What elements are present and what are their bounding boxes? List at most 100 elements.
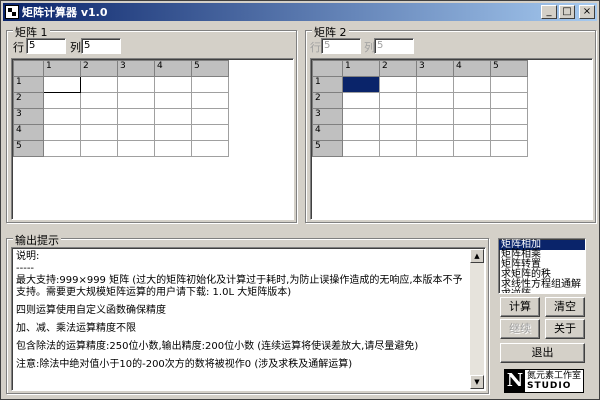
matrix-cell[interactable] xyxy=(191,92,229,109)
clear-button[interactable]: 清空 xyxy=(545,297,585,317)
matrix-cell[interactable] xyxy=(154,124,192,141)
matrix-cell[interactable] xyxy=(416,124,454,141)
matrix-cell[interactable] xyxy=(342,76,380,93)
title-bar[interactable]: 矩阵计算器 v1.0 _ □ × xyxy=(3,3,597,21)
row-header: 3 xyxy=(312,108,343,125)
matrix-cell[interactable] xyxy=(490,124,528,141)
matrix-cell[interactable] xyxy=(80,108,118,125)
output-line: 四则运算使用自定义函数确保精度 xyxy=(16,305,166,316)
output-legend: 输出提示 xyxy=(13,232,61,248)
grid-header-row: 12345 xyxy=(312,60,528,77)
output-scrollbar[interactable]: ▲ ▼ xyxy=(470,249,484,389)
matrix-cell[interactable] xyxy=(342,140,380,157)
close-button[interactable]: × xyxy=(579,5,595,19)
matrix-cell[interactable] xyxy=(154,76,192,93)
matrix-cell[interactable] xyxy=(191,124,229,141)
matrix-cell[interactable] xyxy=(379,140,417,157)
grid-row: 3 xyxy=(13,108,229,125)
logo-english: STUDIO xyxy=(527,381,572,391)
matrix1-rows-label: 行 xyxy=(13,41,24,54)
matrix-cell[interactable] xyxy=(80,76,118,93)
matrix-cell[interactable] xyxy=(416,108,454,125)
matrix1-cols-label: 列 xyxy=(70,41,81,54)
scroll-down-icon[interactable]: ▼ xyxy=(470,375,484,389)
matrix-cell[interactable] xyxy=(379,76,417,93)
grid-row: 4 xyxy=(13,124,229,141)
matrix-cell[interactable] xyxy=(342,92,380,109)
row-header: 3 xyxy=(13,108,44,125)
matrix-cell[interactable] xyxy=(43,108,81,125)
matrix-cell[interactable] xyxy=(191,76,229,93)
matrix1-grid[interactable]: 1234512345 xyxy=(11,58,294,220)
column-header: 3 xyxy=(117,60,155,77)
logo-letter: N xyxy=(505,370,525,392)
output-memo[interactable]: 说明: ----- 最大支持:999×999 矩阵 (过大的矩阵初始化及计算过于… xyxy=(11,247,486,391)
window-title: 矩阵计算器 v1.0 xyxy=(22,6,108,19)
matrix2-grid[interactable]: 1234512345 xyxy=(310,58,593,220)
matrix-cell[interactable] xyxy=(416,76,454,93)
matrix1-rows-input[interactable]: 5 xyxy=(26,38,66,54)
matrix-cell[interactable] xyxy=(117,108,155,125)
matrix-cell[interactable] xyxy=(43,76,81,93)
row-header: 4 xyxy=(13,124,44,141)
about-button[interactable]: 关于 xyxy=(545,319,585,339)
matrix-cell[interactable] xyxy=(379,92,417,109)
output-text: 说明: ----- 最大支持:999×999 矩阵 (过大的矩阵初始化及计算过于… xyxy=(16,251,469,377)
matrix1-cols-input[interactable]: 5 xyxy=(81,38,121,54)
matrix-cell[interactable] xyxy=(416,140,454,157)
grid-row: 4 xyxy=(312,124,528,141)
matrix-cell[interactable] xyxy=(342,108,380,125)
logo-chinese: 氮元素工作室 xyxy=(527,371,582,381)
app-icon[interactable] xyxy=(5,5,19,19)
matrix2-rows-input[interactable]: 5 xyxy=(321,38,361,54)
column-header: 1 xyxy=(43,60,81,77)
matrix-cell[interactable] xyxy=(80,124,118,141)
matrix-cell[interactable] xyxy=(154,140,192,157)
output-line: 注意:除法中绝对值小于10的-200次方的数将被视作0 (涉及求秩及通解运算) xyxy=(16,359,353,370)
minimize-button[interactable]: _ xyxy=(541,5,557,19)
matrix-cell[interactable] xyxy=(490,92,528,109)
matrix-cell[interactable] xyxy=(490,108,528,125)
matrix-cell[interactable] xyxy=(80,140,118,157)
matrix-cell[interactable] xyxy=(453,92,491,109)
matrix-cell[interactable] xyxy=(80,92,118,109)
matrix-cell[interactable] xyxy=(117,124,155,141)
output-line: 说明: xyxy=(16,251,40,262)
operations-list[interactable]: 矩阵相加矩阵相乘矩阵转置求矩阵的秩求线性方程组通解求逆阵 xyxy=(498,238,586,294)
matrix-cell[interactable] xyxy=(117,92,155,109)
maximize-button[interactable]: □ xyxy=(559,5,575,19)
operation-item[interactable]: 求逆阵 xyxy=(499,290,585,294)
column-header: 2 xyxy=(80,60,118,77)
matrix-cell[interactable] xyxy=(379,124,417,141)
matrix-cell[interactable] xyxy=(117,140,155,157)
matrix-cell[interactable] xyxy=(342,124,380,141)
column-header: 4 xyxy=(453,60,491,77)
matrix-cell[interactable] xyxy=(453,124,491,141)
column-header: 2 xyxy=(379,60,417,77)
exit-button[interactable]: 退出 xyxy=(500,343,585,363)
matrix-cell[interactable] xyxy=(154,92,192,109)
output-line: 加、减、乘法运算精度不限 xyxy=(16,323,136,334)
matrix-cell[interactable] xyxy=(490,76,528,93)
matrix-cell[interactable] xyxy=(416,92,454,109)
matrix-cell[interactable] xyxy=(154,108,192,125)
continue-button[interactable]: 继续 xyxy=(500,319,540,339)
calculate-button[interactable]: 计算 xyxy=(500,297,540,317)
matrix-cell[interactable] xyxy=(43,92,81,109)
matrix-cell[interactable] xyxy=(191,108,229,125)
matrix-cell[interactable] xyxy=(453,108,491,125)
matrix-cell[interactable] xyxy=(453,140,491,157)
matrix2-cols-input[interactable]: 5 xyxy=(374,38,414,54)
scroll-up-icon[interactable]: ▲ xyxy=(470,249,484,263)
matrix-cell[interactable] xyxy=(379,108,417,125)
matrix-cell[interactable] xyxy=(191,140,229,157)
column-header: 3 xyxy=(416,60,454,77)
operations-items: 矩阵相加矩阵相乘矩阵转置求矩阵的秩求线性方程组通解求逆阵 xyxy=(499,239,585,294)
matrix-cell[interactable] xyxy=(43,140,81,157)
matrix-cell[interactable] xyxy=(43,124,81,141)
matrix-cell[interactable] xyxy=(490,140,528,157)
column-header: 1 xyxy=(342,60,380,77)
matrix-cell[interactable] xyxy=(453,76,491,93)
matrix-cell[interactable] xyxy=(117,76,155,93)
output-line: 包含除法的运算精度:250位小数,输出精度:200位小数 (连续运算将使误差放大… xyxy=(16,341,419,352)
